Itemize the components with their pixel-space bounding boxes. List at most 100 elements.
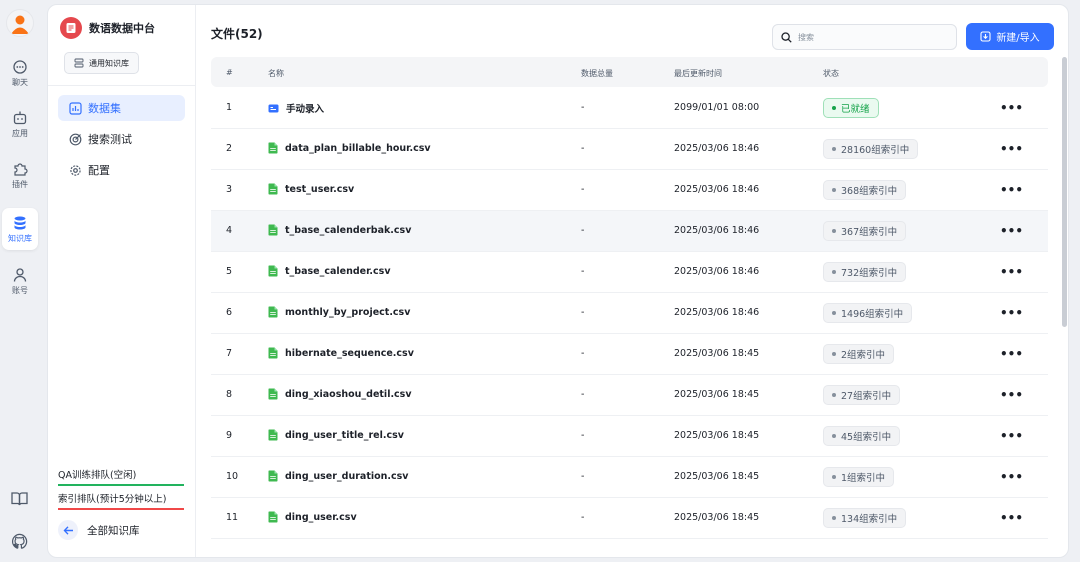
table-row[interactable]: 7 hibernate_sequence.csv - 2025/03/06 18:45… [211,334,1048,375]
more-options-icon[interactable]: ••• [1000,429,1023,443]
database-icon [14,216,26,229]
qa-training-queue: QA训练排队(空闲) [58,467,184,486]
user-icon [13,267,27,282]
github-button[interactable] [9,531,29,551]
updated-time: 2025/03/06 18:46 [674,266,760,277]
rail-item-apps[interactable]: 应用 [2,103,38,145]
puzzle-icon [14,162,28,176]
target-icon [68,132,82,146]
search-input[interactable] [798,32,948,42]
more-options-icon[interactable]: ••• [1000,224,1023,238]
status-text: 1496组索引中 [841,309,904,320]
more-options-icon[interactable]: ••• [1000,183,1023,197]
row-index: 7 [226,348,233,359]
updated-time: 2025/03/06 18:46 [674,184,760,195]
data-total: - [581,430,585,441]
file-name[interactable]: ding_user_title_rel.csv [268,429,404,441]
more-options-icon[interactable]: ••• [1000,101,1023,115]
status-badge: 45组索引中 [823,426,901,446]
file-name[interactable]: t_base_calenderbak.csv [268,224,411,236]
file-name-text: ding_user.csv [285,511,357,523]
more-options-icon[interactable]: ••• [1000,265,1023,279]
table-row[interactable]: 6 monthly_by_project.csv - 2025/03/06 18:46… [211,293,1048,334]
gear-icon [68,163,82,177]
kb-type-tag: 通用知识库 [64,52,139,74]
status-badge: 2组索引中 [823,344,895,364]
nav-dataset[interactable]: 数据集 [58,95,185,121]
status-text: 732组索引中 [841,268,898,279]
table-row[interactable]: 4 t_base_calenderbak.csv - 2025/03/06 18:46… [211,211,1048,252]
status-text: 367组索引中 [841,227,898,238]
file-name-text: ding_user_title_rel.csv [285,429,404,441]
nav-search-test[interactable]: 搜索测试 [58,126,185,152]
kb-brand: 数语数据中台 [60,17,155,39]
table-row[interactable]: 2 data_plan_billable_hour.csv - 2025/03/06 … [211,129,1048,170]
row-index: 9 [226,430,233,441]
search-box[interactable] [772,24,957,50]
row-index: 3 [226,184,233,195]
table-row[interactable]: 3 test_user.csv - 2025/03/06 18:46 368组索引中 ••… [211,170,1048,211]
table-row[interactable]: 9 ding_user_title_rel.csv - 2025/03/06 18:4… [211,416,1048,457]
new-import-button[interactable]: 新建/导入 [966,23,1054,50]
table-row[interactable]: 11 ding_user.csv - 2025/03/06 18:45 134组索引中 •… [211,498,1048,539]
nav-label: 配置 [88,164,110,177]
col-total: 数据总量 [581,69,613,78]
file-name[interactable]: ding_user_duration.csv [268,470,409,482]
rail-item-knowledge[interactable]: 知识库 [2,208,38,250]
file-name-text: data_plan_billable_hour.csv [285,142,431,154]
file-name[interactable]: monthly_by_project.csv [268,306,410,318]
status-text: 27组索引中 [841,391,892,402]
user-avatar[interactable] [6,9,34,37]
row-index: 2 [226,143,233,154]
table-row[interactable]: 5 t_base_calender.csv - 2025/03/06 18:46 732… [211,252,1048,293]
back-to-all-kb[interactable]: 全部知识库 [58,520,140,540]
rail-item-plugins[interactable]: 插件 [2,154,38,196]
more-options-icon[interactable]: ••• [1000,470,1023,484]
more-options-icon[interactable]: ••• [1000,306,1023,320]
rail-item-chat[interactable]: 聊天 [2,52,38,94]
status-badge: 27组索引中 [823,385,901,405]
docs-button[interactable] [9,488,29,508]
status-dot [832,147,836,151]
table-row[interactable]: 1 手动录入 - 2099/01/01 08:00 已就绪 ••• [211,88,1048,129]
file-name[interactable]: 手动录入 [268,101,324,115]
status-badge: 732组索引中 [823,262,907,282]
rail-item-label: 应用 [12,128,28,138]
status-dot [832,352,836,356]
file-name[interactable]: test_user.csv [268,183,354,195]
table-scrollbar[interactable] [1062,57,1067,327]
csv-file-icon [268,429,278,441]
file-name[interactable]: data_plan_billable_hour.csv [268,142,431,154]
rail-item-label: 聊天 [12,77,28,87]
sidebar-divider [48,85,196,86]
status-badge: 134组索引中 [823,508,907,528]
brand-logo [60,17,82,39]
github-icon [11,533,27,549]
file-name-text: test_user.csv [285,183,355,195]
data-total: - [581,389,585,400]
more-options-icon[interactable]: ••• [1000,511,1023,525]
table-row[interactable]: 10 ding_user_duration.csv - 2025/03/06 18:4… [211,457,1048,498]
table-row[interactable]: 8 ding_xiaoshou_detil.csv - 2025/03/06 18:4… [211,375,1048,416]
more-options-icon[interactable]: ••• [1000,347,1023,361]
rail-item-account[interactable]: 账号 [2,260,38,302]
table-header: # 名称 数据总量 最后更新时间 状态 [211,57,1048,87]
more-options-icon[interactable]: ••• [1000,142,1023,156]
file-name[interactable]: t_base_calender.csv [268,265,391,277]
file-name[interactable]: ding_xiaoshou_detil.csv [268,388,412,400]
book-icon [10,491,28,505]
document-icon [66,23,76,33]
robot-icon [13,111,27,124]
main-frame: 数语数据中台 通用知识库 数据集 搜索测试 配置 QA训练排队(空闲) 索引排队… [47,4,1069,558]
col-status: 状态 [823,69,839,78]
app-rail: 聊天 应用 插件 知识库 账号 [0,0,44,562]
status-badge: 28160组索引中 [823,139,919,159]
row-index: 1 [226,102,233,113]
nav-config[interactable]: 配置 [58,157,185,183]
file-name[interactable]: hibernate_sequence.csv [268,347,414,359]
back-label: 全部知识库 [87,524,140,537]
status-dot [832,311,836,315]
more-options-icon[interactable]: ••• [1000,388,1023,402]
data-total: - [581,143,585,154]
file-name[interactable]: ding_user.csv [268,511,357,523]
